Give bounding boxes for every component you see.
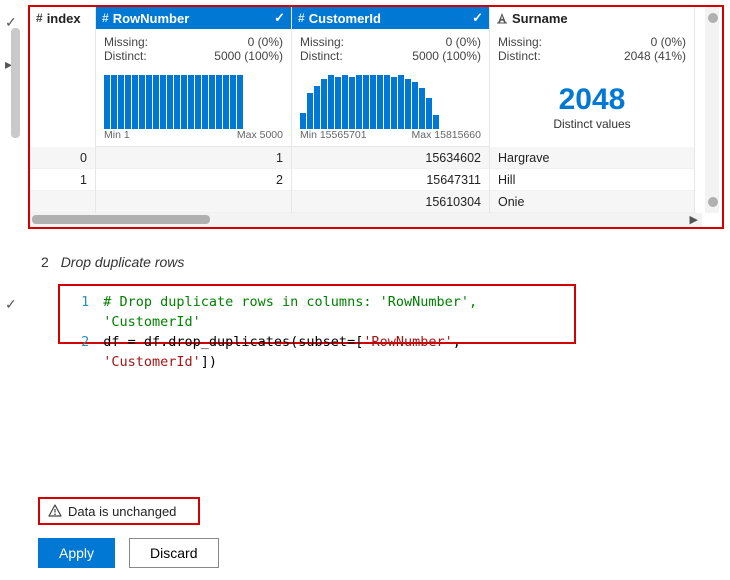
scroll-up-icon[interactable] <box>708 13 718 23</box>
scroll-down-icon[interactable] <box>708 197 718 207</box>
scroll-right-icon[interactable]: ▶ <box>690 213 698 226</box>
numeric-type-icon: # <box>36 11 43 25</box>
column-histogram <box>292 69 489 129</box>
discard-button[interactable]: Discard <box>129 538 218 568</box>
column-header-surname[interactable]: Surname <box>490 7 694 29</box>
histogram-range: Min 15565701 Max 15815660 <box>292 129 489 147</box>
step-title: 2 Drop duplicate rows <box>41 254 184 270</box>
table-cell[interactable]: 2 <box>96 169 291 191</box>
table-cell[interactable]: 15634602 <box>292 147 489 169</box>
code-preview[interactable]: 1 # Drop duplicate rows in columns: 'Row… <box>58 284 576 344</box>
notebook-scrollbar[interactable] <box>11 28 20 138</box>
step-name: Drop duplicate rows <box>61 254 185 270</box>
distinct-summary: 2048 Distinct values <box>490 69 694 147</box>
status-text: Data is unchanged <box>68 504 176 519</box>
column-header-index[interactable]: # index <box>30 7 95 29</box>
numeric-type-icon: # <box>102 11 109 25</box>
column-label: Surname <box>512 11 568 26</box>
table-cell[interactable]: 1 <box>96 147 291 169</box>
step-number: 2 <box>41 254 49 270</box>
line-number: 2 <box>68 332 89 372</box>
column-label: index <box>47 11 81 26</box>
status-message: Data is unchanged <box>38 497 200 525</box>
apply-button[interactable]: Apply <box>38 538 115 568</box>
histogram-range: Min 1 Max 5000 <box>96 129 291 147</box>
horizontal-scrollbar[interactable]: ▶ <box>30 213 702 227</box>
column-stats: Missing:0 (0%) Distinct:5000 (100%) <box>292 29 489 69</box>
column-label: RowNumber <box>113 11 190 26</box>
table-row[interactable]: 0 <box>30 147 95 169</box>
table-cell[interactable] <box>96 191 291 213</box>
column-customerid: # CustomerId ✓ Missing:0 (0%) Distinct:5… <box>292 7 490 213</box>
code-comment: # Drop duplicate rows in columns: 'RowNu… <box>103 292 566 332</box>
numeric-type-icon: # <box>298 11 305 25</box>
column-index: # index 0 1 <box>30 7 96 213</box>
column-label: CustomerId <box>309 11 381 26</box>
line-number: 1 <box>68 292 89 332</box>
data-preview-panel: # index 0 1 # RowNumber ✓ Missing: <box>28 5 724 229</box>
column-histogram <box>96 69 291 129</box>
table-row[interactable] <box>30 191 95 213</box>
table-cell[interactable]: 15647311 <box>292 169 489 191</box>
text-type-icon <box>496 12 508 24</box>
code-line: 2 df = df.drop_duplicates(subset=['RowNu… <box>68 332 566 372</box>
check-icon: ✓ <box>472 10 483 26</box>
column-stats: Missing:0 (0%) Distinct:2048 (41%) <box>490 29 694 69</box>
code-line: 1 # Drop duplicate rows in columns: 'Row… <box>68 292 566 332</box>
column-header-rownumber[interactable]: # RowNumber ✓ <box>96 7 291 29</box>
distinct-count-label: Distinct values <box>553 117 630 131</box>
table-cell[interactable]: 15610304 <box>292 191 489 213</box>
table-cell[interactable]: Hargrave <box>490 147 694 169</box>
column-rownumber: # RowNumber ✓ Missing:0 (0%) Distinct:50… <box>96 7 292 213</box>
action-buttons: Apply Discard <box>38 538 219 568</box>
table-cell[interactable]: Onie <box>490 191 694 213</box>
table-cell[interactable]: Hill <box>490 169 694 191</box>
warning-icon <box>48 504 62 518</box>
scrollbar-thumb[interactable] <box>32 215 210 224</box>
distinct-count: 2048 <box>559 85 626 115</box>
column-header-customerid[interactable]: # CustomerId ✓ <box>292 7 489 29</box>
column-surname: Surname Missing:0 (0%) Distinct:2048 (41… <box>490 7 695 213</box>
column-stats: Missing:0 (0%) Distinct:5000 (100%) <box>96 29 291 69</box>
table-row[interactable]: 1 <box>30 169 95 191</box>
check-icon: ✓ <box>274 10 285 26</box>
vertical-scrollbar[interactable] <box>705 7 719 213</box>
cell-run-indicator: ✓ <box>5 296 17 313</box>
